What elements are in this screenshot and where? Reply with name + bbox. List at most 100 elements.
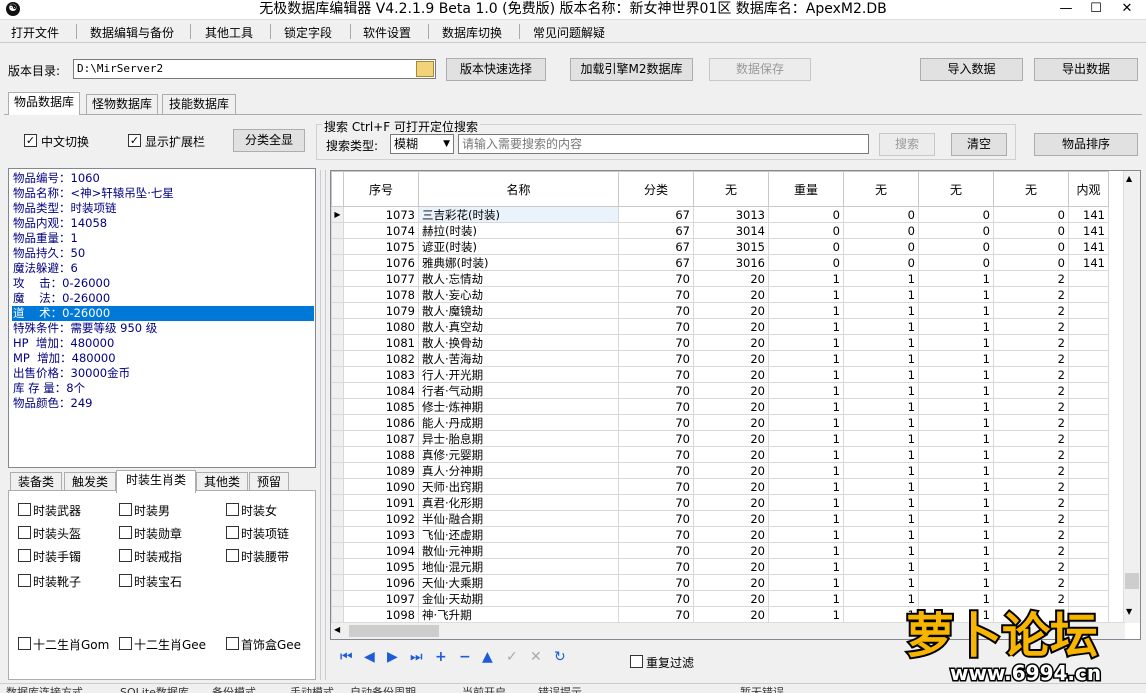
table-cell[interactable]: 1: [918, 494, 994, 511]
table-cell[interactable]: [1068, 398, 1109, 415]
table-cell[interactable]: 141: [1068, 222, 1109, 239]
table-cell[interactable]: 1090: [343, 478, 419, 495]
table-cell[interactable]: 1: [843, 494, 919, 511]
table-cell[interactable]: 0: [918, 254, 994, 271]
column-header[interactable]: 序号: [343, 171, 419, 207]
up-icon[interactable]: ▲: [482, 649, 493, 665]
table-cell[interactable]: 1: [918, 318, 994, 335]
table-cell[interactable]: 0: [993, 206, 1069, 223]
table-cell[interactable]: 70: [618, 478, 694, 495]
table-cell[interactable]: [1068, 270, 1109, 287]
table-cell[interactable]: 地仙·混元期: [418, 558, 619, 575]
fashion-medal-checkbox[interactable]: [119, 526, 132, 539]
table-cell[interactable]: 20: [693, 446, 769, 463]
row-header[interactable]: [331, 574, 344, 591]
table-cell[interactable]: 1: [918, 558, 994, 575]
table-cell[interactable]: 0: [843, 254, 919, 271]
table-cell[interactable]: 20: [693, 350, 769, 367]
hscroll-thumb[interactable]: [349, 625, 439, 637]
table-cell[interactable]: [1068, 462, 1109, 479]
table-cell[interactable]: 70: [618, 430, 694, 447]
table-row[interactable]: 1081 散人·换骨劫 70 20 1 1 1 2: [331, 334, 1109, 351]
table-cell[interactable]: 0: [918, 238, 994, 255]
version-dir-input[interactable]: D:\MirServer2: [73, 59, 436, 79]
table-cell[interactable]: 1: [918, 414, 994, 431]
table-cell[interactable]: 2: [993, 398, 1069, 415]
table-cell[interactable]: 1: [918, 446, 994, 463]
row-header[interactable]: [331, 382, 344, 399]
table-cell[interactable]: 70: [618, 558, 694, 575]
row-header[interactable]: [331, 606, 344, 623]
table-cell[interactable]: 1: [768, 270, 844, 287]
vertical-scrollbar[interactable]: ▲ ▼: [1123, 171, 1140, 623]
fashion-belt-checkbox[interactable]: [226, 549, 239, 562]
table-cell[interactable]: 0: [843, 222, 919, 239]
table-cell[interactable]: 1: [768, 446, 844, 463]
table-cell[interactable]: 141: [1068, 206, 1109, 223]
table-cell[interactable]: 70: [618, 350, 694, 367]
table-cell[interactable]: 散人·妄心劫: [418, 286, 619, 303]
maximize-button[interactable]: ☐: [1082, 0, 1110, 18]
table-cell[interactable]: 1: [843, 414, 919, 431]
table-cell[interactable]: 1087: [343, 430, 419, 447]
table-cell[interactable]: 70: [618, 302, 694, 319]
zodiac-gee-checkbox[interactable]: [119, 637, 132, 650]
table-cell[interactable]: 1: [918, 574, 994, 591]
table-cell[interactable]: 0: [918, 222, 994, 239]
fashion-weapon-checkbox[interactable]: [18, 503, 31, 516]
close-button[interactable]: ✕: [1112, 0, 1142, 18]
table-cell[interactable]: [1068, 414, 1109, 431]
table-row[interactable]: 1084 行者·气动期 70 20 1 1 1 2: [331, 382, 1109, 399]
table-cell[interactable]: 散人·忘情劫: [418, 270, 619, 287]
zodiac-gom-checkbox[interactable]: [18, 637, 31, 650]
table-cell[interactable]: 飞仙·还虚期: [418, 526, 619, 543]
table-row[interactable]: 1080 散人·真空劫 70 20 1 1 1 2: [331, 318, 1109, 335]
row-header[interactable]: [331, 254, 344, 271]
fashion-male-checkbox[interactable]: [119, 503, 132, 516]
show-all-categories-button[interactable]: 分类全显: [233, 129, 305, 152]
table-cell[interactable]: 2: [993, 366, 1069, 383]
delete-icon[interactable]: −: [459, 649, 471, 665]
column-header[interactable]: 内观: [1068, 171, 1109, 207]
table-cell[interactable]: 1: [768, 334, 844, 351]
table-cell[interactable]: 20: [693, 366, 769, 383]
info-line[interactable]: 特殊条件：需要等级 950 级: [12, 321, 314, 336]
table-cell[interactable]: 2: [993, 334, 1069, 351]
tab-item-db[interactable]: 物品数据库: [8, 92, 80, 115]
table-cell[interactable]: [1068, 558, 1109, 575]
table-cell[interactable]: 0: [768, 206, 844, 223]
row-header[interactable]: [331, 318, 344, 335]
table-cell[interactable]: [1068, 430, 1109, 447]
table-cell[interactable]: 20: [693, 286, 769, 303]
table-cell[interactable]: 雅典娜(时装): [418, 254, 619, 271]
table-cell[interactable]: 20: [693, 462, 769, 479]
table-row[interactable]: 1086 能人·丹成期 70 20 1 1 1 2: [331, 414, 1109, 431]
table-cell[interactable]: 1: [918, 398, 994, 415]
jewelry-box-checkbox[interactable]: [226, 637, 239, 650]
table-row[interactable]: 1094 散仙·元神期 70 20 1 1 1 2: [331, 542, 1109, 559]
table-cell[interactable]: 金仙·天劫期: [418, 590, 619, 607]
table-cell[interactable]: 20: [693, 606, 769, 623]
table-cell[interactable]: 1094: [343, 542, 419, 559]
table-cell[interactable]: 散人·换骨劫: [418, 334, 619, 351]
column-header[interactable]: 名称: [418, 171, 619, 207]
table-cell[interactable]: 散人·苦海劫: [418, 350, 619, 367]
table-cell[interactable]: 1: [768, 302, 844, 319]
table-cell[interactable]: [1068, 302, 1109, 319]
table-cell[interactable]: 0: [768, 238, 844, 255]
table-row[interactable]: 1085 修士·炼神期 70 20 1 1 1 2: [331, 398, 1109, 415]
table-row[interactable]: 1090 天师·出窍期 70 20 1 1 1 2: [331, 478, 1109, 495]
table-cell[interactable]: [1068, 494, 1109, 511]
table-cell[interactable]: 1091: [343, 494, 419, 511]
data-grid[interactable]: 序号 名称 分类 无 重量 无 无 无 内观 ▶ 1073 三吉彩花(时装) 67 30…: [330, 170, 1141, 640]
table-cell[interactable]: [1068, 382, 1109, 399]
table-cell[interactable]: 1: [843, 350, 919, 367]
table-cell[interactable]: [1068, 334, 1109, 351]
table-cell[interactable]: 1: [768, 366, 844, 383]
table-cell[interactable]: 1: [843, 286, 919, 303]
table-cell[interactable]: [1068, 542, 1109, 559]
load-engine-button[interactable]: 加载引擎M2数据库: [570, 58, 693, 81]
table-cell[interactable]: 异士·胎息期: [418, 430, 619, 447]
table-row[interactable]: 1092 半仙·融合期 70 20 1 1 1 2: [331, 510, 1109, 527]
table-cell[interactable]: 1: [843, 382, 919, 399]
